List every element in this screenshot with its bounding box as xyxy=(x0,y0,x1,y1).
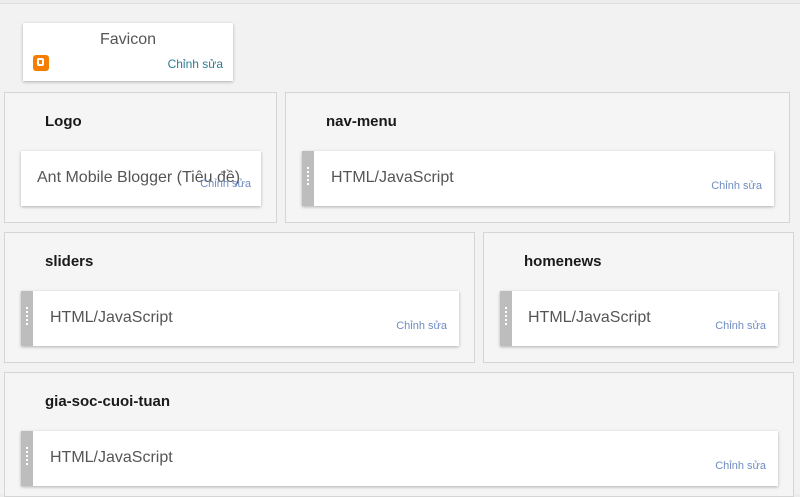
blogger-icon xyxy=(33,55,49,71)
section-nav-menu: nav-menu HTML/JavaScript Chỉnh sửa xyxy=(285,92,790,223)
section-title-logo: Logo xyxy=(45,113,82,130)
layout-canvas: Favicon Chỉnh sửa Logo Ant Mobile Blogge… xyxy=(0,3,800,497)
section-title-sliders: sliders xyxy=(45,253,94,270)
widget-label-homenews: HTML/JavaScript xyxy=(528,309,651,326)
widget-nav-menu[interactable]: HTML/JavaScript Chỉnh sửa xyxy=(302,151,774,206)
edit-link-nav-menu[interactable]: Chỉnh sửa xyxy=(711,180,762,192)
section-title-nav-menu: nav-menu xyxy=(326,113,397,130)
favicon-edit-link[interactable]: Chỉnh sửa xyxy=(168,57,223,71)
section-homenews: homenews HTML/JavaScript Chỉnh sửa xyxy=(483,232,794,363)
widget-homenews[interactable]: HTML/JavaScript Chỉnh sửa xyxy=(500,291,778,346)
edit-link-logo[interactable]: Chỉnh sửa xyxy=(200,178,251,190)
section-gia-soc-cuoi-tuan: gia-soc-cuoi-tuan HTML/JavaScript Chỉnh … xyxy=(4,372,794,497)
drag-handle-icon[interactable] xyxy=(21,431,33,486)
section-title-gia-soc-cuoi-tuan: gia-soc-cuoi-tuan xyxy=(45,393,171,410)
edit-link-homenews[interactable]: Chỉnh sửa xyxy=(715,320,766,332)
section-sliders: sliders HTML/JavaScript Chỉnh sửa xyxy=(4,232,475,363)
section-title-homenews: homenews xyxy=(524,253,602,270)
widget-sliders[interactable]: HTML/JavaScript Chỉnh sửa xyxy=(21,291,459,346)
drag-handle-icon[interactable] xyxy=(302,151,314,206)
drag-handle-icon[interactable] xyxy=(21,291,33,346)
edit-link-gia-soc-cuoi-tuan[interactable]: Chỉnh sửa xyxy=(715,460,766,472)
widget-logo[interactable]: Ant Mobile Blogger (Tiêu đề) Chỉnh sửa xyxy=(21,151,261,206)
edit-link-sliders[interactable]: Chỉnh sửa xyxy=(396,320,447,332)
drag-handle-icon[interactable] xyxy=(500,291,512,346)
widget-gia-soc-cuoi-tuan[interactable]: HTML/JavaScript Chỉnh sửa xyxy=(21,431,778,486)
widget-label-nav-menu: HTML/JavaScript xyxy=(331,169,454,186)
favicon-widget: Favicon Chỉnh sửa xyxy=(23,23,233,81)
widget-label-gia-soc-cuoi-tuan: HTML/JavaScript xyxy=(50,449,173,466)
section-logo: Logo Ant Mobile Blogger (Tiêu đề) Chỉnh … xyxy=(4,92,277,223)
widget-label-sliders: HTML/JavaScript xyxy=(50,309,173,326)
favicon-title: Favicon xyxy=(99,31,157,48)
